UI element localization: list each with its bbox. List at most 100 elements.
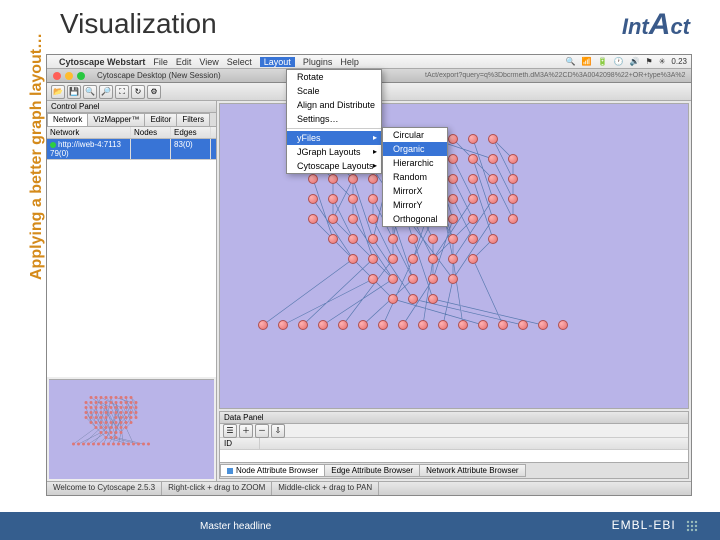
graph-node[interactable] <box>448 214 458 224</box>
minimize-icon[interactable] <box>65 72 73 80</box>
graph-node[interactable] <box>428 294 438 304</box>
graph-node[interactable] <box>558 320 568 330</box>
app-name[interactable]: Cytoscape Webstart <box>59 57 145 67</box>
menu-item[interactable]: Settings… <box>287 112 381 126</box>
graph-node[interactable] <box>508 194 518 204</box>
graph-node[interactable] <box>448 254 458 264</box>
zoom-out-icon[interactable]: 🔎 <box>99 85 113 99</box>
graph-node[interactable] <box>328 174 338 184</box>
submenu-item[interactable]: MirrorX <box>383 184 447 198</box>
tab-filters[interactable]: Filters <box>176 113 210 126</box>
menu-item[interactable]: Cytoscape Layouts <box>287 159 381 173</box>
save-icon[interactable]: 💾 <box>67 85 81 99</box>
submenu-item[interactable]: Circular <box>383 128 447 142</box>
data-panel-toolbar[interactable]: ☰ ＋ － ⇩ <box>220 424 688 438</box>
zoom-icon[interactable] <box>77 72 85 80</box>
graph-node[interactable] <box>368 274 378 284</box>
dp-import-icon[interactable]: ⇩ <box>271 424 285 438</box>
graph-node[interactable] <box>448 174 458 184</box>
graph-node[interactable] <box>468 214 478 224</box>
graph-node[interactable] <box>538 320 548 330</box>
graph-node[interactable] <box>408 254 418 264</box>
graph-node[interactable] <box>488 134 498 144</box>
graph-node[interactable] <box>448 154 458 164</box>
control-panel-tabs[interactable]: Network VizMapper™ Editor Filters <box>47 113 216 127</box>
graph-node[interactable] <box>468 194 478 204</box>
graph-node[interactable] <box>488 234 498 244</box>
dp-remove-icon[interactable]: － <box>255 424 269 438</box>
graph-node[interactable] <box>468 154 478 164</box>
graph-node[interactable] <box>298 320 308 330</box>
tab-editor[interactable]: Editor <box>144 113 177 126</box>
yfiles-submenu[interactable]: CircularOrganicHierarchicRandomMirrorXMi… <box>382 127 448 227</box>
graph-node[interactable] <box>388 254 398 264</box>
graph-node[interactable] <box>368 214 378 224</box>
mac-menubar[interactable]: Cytoscape Webstart File Edit View Select… <box>47 55 691 69</box>
graph-node[interactable] <box>368 194 378 204</box>
layout-dropdown[interactable]: RotateScaleAlign and DistributeSettings…… <box>286 69 382 174</box>
graph-node[interactable] <box>438 320 448 330</box>
graph-node[interactable] <box>408 294 418 304</box>
graph-node[interactable] <box>338 320 348 330</box>
submenu-item[interactable]: Hierarchic <box>383 156 447 170</box>
menu-file[interactable]: File <box>153 57 168 67</box>
refresh-icon[interactable]: ↻ <box>131 85 145 99</box>
graph-node[interactable] <box>348 194 358 204</box>
network-table[interactable]: Network Nodes Edges http://iweb-4:7113 7… <box>47 127 216 159</box>
graph-node[interactable] <box>518 320 528 330</box>
graph-node[interactable] <box>428 274 438 284</box>
graph-node[interactable] <box>258 320 268 330</box>
graph-node[interactable] <box>448 234 458 244</box>
graph-node[interactable] <box>408 234 418 244</box>
graph-node[interactable] <box>308 174 318 184</box>
dp-add-icon[interactable]: ＋ <box>239 424 253 438</box>
menu-item[interactable]: JGraph Layouts <box>287 145 381 159</box>
graph-node[interactable] <box>408 274 418 284</box>
graph-node[interactable] <box>468 174 478 184</box>
graph-node[interactable] <box>328 214 338 224</box>
dp-select-icon[interactable]: ☰ <box>223 424 237 438</box>
graph-node[interactable] <box>468 134 478 144</box>
graph-node[interactable] <box>428 234 438 244</box>
menu-edit[interactable]: Edit <box>176 57 192 67</box>
graph-node[interactable] <box>278 320 288 330</box>
graph-node[interactable] <box>488 194 498 204</box>
graph-node[interactable] <box>448 134 458 144</box>
fit-icon[interactable]: ⛶ <box>115 85 129 99</box>
menu-item[interactable]: Rotate <box>287 70 381 84</box>
graph-node[interactable] <box>468 234 478 244</box>
close-icon[interactable] <box>53 72 61 80</box>
submenu-item[interactable]: MirrorY <box>383 198 447 212</box>
graph-node[interactable] <box>318 320 328 330</box>
graph-node[interactable] <box>508 154 518 164</box>
graph-node[interactable] <box>488 154 498 164</box>
menu-layout[interactable]: Layout <box>260 57 295 67</box>
zoom-in-icon[interactable]: 🔍 <box>83 85 97 99</box>
graph-node[interactable] <box>388 294 398 304</box>
tab-network-attr[interactable]: Network Attribute Browser <box>419 464 525 477</box>
graph-node[interactable] <box>328 234 338 244</box>
graph-node[interactable] <box>368 174 378 184</box>
graph-node[interactable] <box>488 174 498 184</box>
graph-node[interactable] <box>498 320 508 330</box>
graph-node[interactable] <box>428 254 438 264</box>
data-panel-bottom-tabs[interactable]: Node Attribute Browser Edge Attribute Br… <box>220 462 688 478</box>
graph-node[interactable] <box>448 194 458 204</box>
menu-view[interactable]: View <box>199 57 218 67</box>
graph-node[interactable] <box>378 320 388 330</box>
graph-node[interactable] <box>418 320 428 330</box>
graph-node[interactable] <box>358 320 368 330</box>
graph-node[interactable] <box>308 194 318 204</box>
menu-help[interactable]: Help <box>340 57 359 67</box>
graph-node[interactable] <box>468 254 478 264</box>
submenu-item[interactable]: Random <box>383 170 447 184</box>
tab-network[interactable]: Network <box>47 113 88 126</box>
graph-node[interactable] <box>508 214 518 224</box>
graph-node[interactable] <box>488 214 498 224</box>
graph-node[interactable] <box>388 274 398 284</box>
graph-node[interactable] <box>348 234 358 244</box>
menu-item[interactable]: yFiles <box>287 131 381 145</box>
graph-node[interactable] <box>348 174 358 184</box>
table-row[interactable]: http://iweb-4:7113 79(0) 83(0) <box>47 139 216 159</box>
tab-edge-attr[interactable]: Edge Attribute Browser <box>324 464 420 477</box>
